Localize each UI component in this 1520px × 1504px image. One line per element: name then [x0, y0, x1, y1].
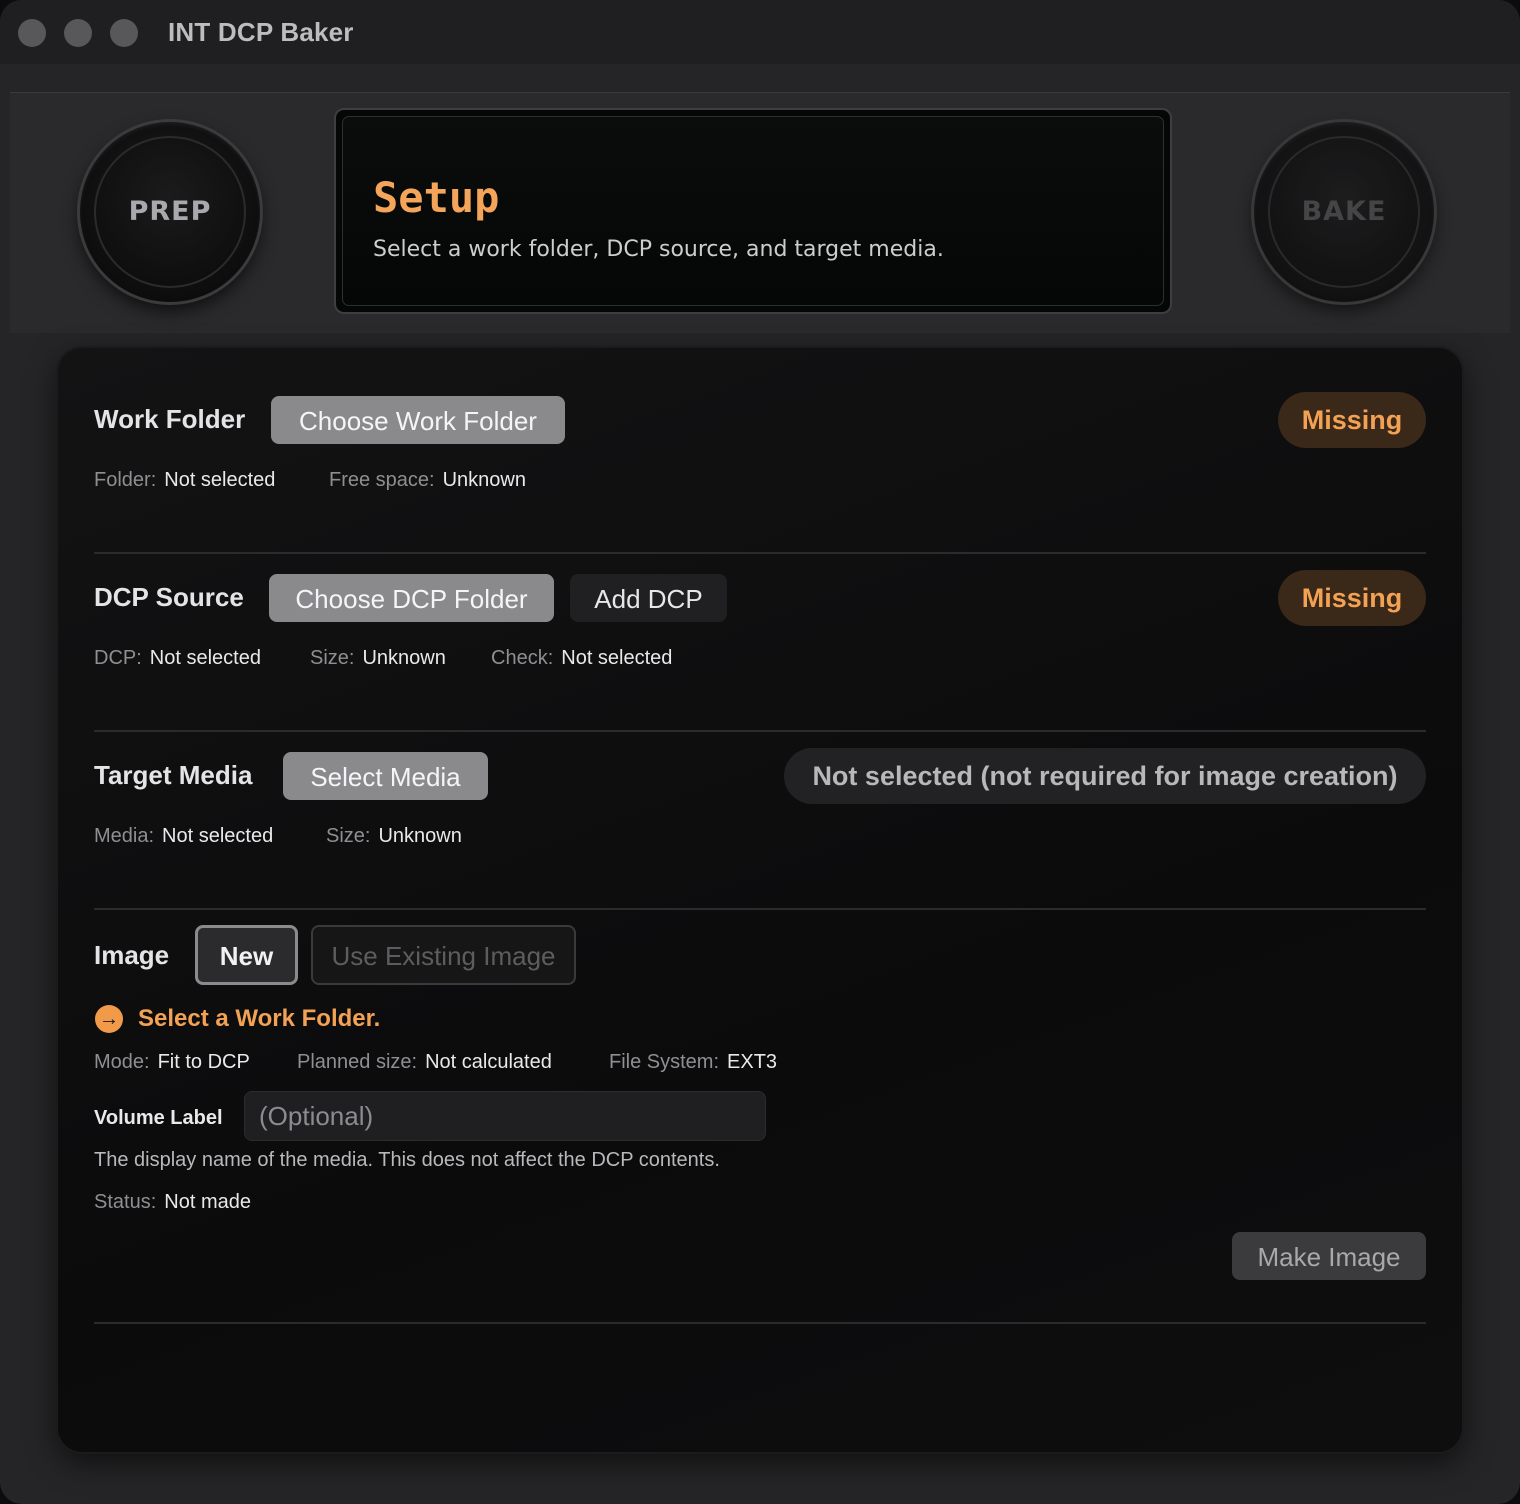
image-new-button[interactable]: New	[195, 925, 298, 985]
volume-label-input[interactable]	[244, 1091, 766, 1141]
dcp-source-title: DCP Source	[94, 582, 244, 612]
image-status-meta: Status: Not made	[94, 1191, 251, 1213]
work-folder-title: Work Folder	[94, 404, 246, 434]
select-media-button[interactable]: Select Media	[283, 752, 488, 800]
add-dcp-button[interactable]: Add DCP	[570, 574, 727, 622]
target-media-media-meta: Media: Not selected	[94, 825, 274, 847]
target-media-title: Target Media	[94, 760, 253, 790]
section-divider	[94, 1322, 1426, 1324]
window-minimize-button[interactable]	[64, 19, 92, 47]
image-warning-message: Select a Work Folder.	[138, 1005, 381, 1032]
section-divider	[94, 552, 1426, 554]
title-bar: INT DCP Baker	[0, 0, 1520, 64]
image-title: Image	[94, 940, 170, 970]
bake-label: BAKE	[1301, 196, 1387, 227]
dcp-source-status-badge: Missing	[1278, 570, 1426, 626]
window-zoom-button[interactable]	[110, 19, 138, 47]
dcp-source-check-meta: Check: Not selected	[491, 647, 673, 669]
prep-button[interactable]: PREP	[80, 122, 260, 302]
app-window: INT DCP Baker PREP Setup Select a work f…	[0, 0, 1520, 1504]
section-divider	[94, 730, 1426, 732]
image-file-system-meta: File System: EXT3	[609, 1051, 778, 1073]
image-planned-size-meta: Planned size: Not calculated	[297, 1051, 552, 1073]
target-media-size-meta: Size: Unknown	[326, 825, 462, 847]
dcp-source-size-meta: Size: Unknown	[310, 647, 446, 669]
bake-button[interactable]: BAKE	[1254, 122, 1434, 302]
status-display: Setup Select a work folder, DCP source, …	[334, 108, 1172, 314]
work-folder-free-space-meta: Free space: Unknown	[329, 469, 526, 491]
volume-label-help: The display name of the media. This does…	[94, 1149, 720, 1171]
prep-label: PREP	[128, 196, 212, 227]
section-divider	[94, 908, 1426, 910]
use-existing-image-button[interactable]: Use Existing Image	[311, 925, 576, 985]
choose-work-folder-button[interactable]: Choose Work Folder	[271, 396, 565, 444]
make-image-button[interactable]: Make Image	[1232, 1232, 1426, 1280]
arrow-right-circle-icon: →	[95, 1005, 123, 1033]
window-close-button[interactable]	[18, 19, 46, 47]
status-display-inner: Setup Select a work folder, DCP source, …	[342, 116, 1164, 306]
target-media-status-badge: Not selected (not required for image cre…	[784, 748, 1426, 804]
work-folder-status-badge: Missing	[1278, 392, 1426, 448]
setup-panel: Work Folder Choose Work Folder Missing F…	[58, 348, 1462, 1452]
window-title: INT DCP Baker	[168, 17, 354, 47]
work-folder-folder-meta: Folder: Not selected	[94, 469, 276, 491]
status-title: Setup	[373, 173, 500, 222]
status-subtitle: Select a work folder, DCP source, and ta…	[373, 237, 944, 262]
choose-dcp-folder-button[interactable]: Choose DCP Folder	[269, 574, 554, 622]
volume-label-label: Volume Label	[94, 1107, 223, 1129]
dcp-source-dcp-meta: DCP: Not selected	[94, 647, 261, 669]
image-mode-meta: Mode: Fit to DCP	[94, 1051, 250, 1073]
